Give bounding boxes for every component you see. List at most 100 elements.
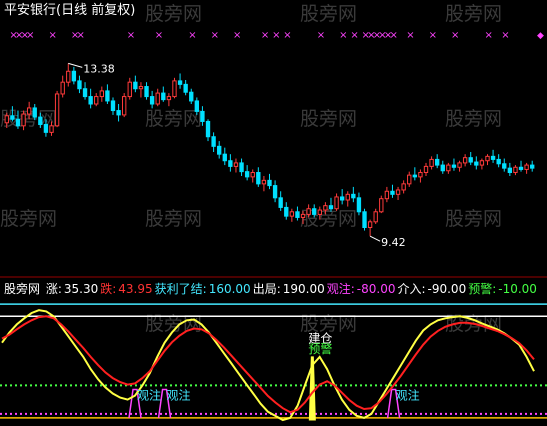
- candle-body-up: [407, 174, 412, 185]
- candle-body-up: [429, 158, 434, 167]
- candle: [256, 167, 261, 187]
- indicator-value: 160.00: [209, 282, 251, 296]
- chart-title: 平安银行(日线 前复权): [4, 2, 135, 18]
- candle: [362, 208, 367, 231]
- candle-body-up: [479, 160, 485, 166]
- min-price-pointer: [369, 235, 381, 242]
- candle: [367, 219, 373, 237]
- candle-body-up: [233, 162, 239, 167]
- candle-body-up: [289, 211, 295, 217]
- candle-body-up: [306, 208, 311, 215]
- candle-body-down: [440, 164, 445, 172]
- candle: [116, 104, 121, 122]
- indicator-label: 跌:: [100, 281, 116, 296]
- candle-body-up: [373, 211, 378, 223]
- candle: [166, 93, 172, 107]
- candle-body-up: [172, 80, 177, 98]
- candle-body-down: [32, 107, 37, 118]
- candle-body-down: [38, 116, 43, 126]
- candle: [518, 160, 524, 172]
- signal-marker: ×: [127, 30, 135, 41]
- candle: [155, 88, 160, 107]
- candle: [121, 93, 127, 118]
- indicator-value: -90.00: [428, 282, 467, 296]
- indicator-value: -80.00: [357, 282, 396, 296]
- candle-body-down: [518, 166, 524, 170]
- candle-body-down: [435, 158, 440, 166]
- candle-body-up: [423, 165, 429, 174]
- candle: [401, 180, 406, 194]
- candle: [289, 208, 295, 222]
- indicator-name: 股旁网: [4, 281, 44, 296]
- candle-body-down: [239, 162, 244, 173]
- candle: [66, 63, 71, 87]
- watermark-text: 股旁网: [445, 108, 502, 130]
- candle-body-up: [384, 190, 390, 200]
- candle-body-down: [205, 120, 211, 138]
- candle: [379, 195, 384, 214]
- candle: [474, 156, 479, 170]
- candle-body-up: [513, 166, 518, 174]
- candle: [451, 158, 457, 171]
- watermark-text: 股旁网: [145, 108, 202, 130]
- candle-body-down: [390, 190, 395, 195]
- candle: [183, 80, 188, 96]
- candle-body-up: [121, 96, 127, 116]
- candle-body-up: [395, 189, 401, 195]
- candle: [94, 93, 99, 107]
- candle: [524, 162, 529, 174]
- candle-body-down: [43, 124, 49, 133]
- candle: [407, 171, 412, 187]
- candle-body-up: [21, 113, 26, 127]
- candle: [110, 97, 116, 115]
- candle-body-down: [284, 206, 289, 217]
- candle-body-up: [4, 115, 9, 124]
- candle-body-down: [451, 164, 457, 168]
- candle-body-up: [94, 96, 99, 105]
- signal-marker: ×: [350, 30, 358, 41]
- indicator-value: 35.30: [64, 282, 98, 296]
- candle: [60, 75, 65, 98]
- candle-body-down: [351, 193, 356, 199]
- candle-body-up: [317, 209, 322, 215]
- candle-body-up: [367, 221, 373, 228]
- indicator-legend: 股旁网 涨: 35.30 跌: 43.95 获利了结: 160.00 出局: 190.00 观注…: [4, 281, 537, 296]
- candle-body-down: [496, 158, 501, 165]
- candle: [144, 82, 149, 100]
- candle-body-down: [222, 153, 227, 162]
- candle-body-up: [462, 157, 468, 164]
- candle-body-up: [446, 164, 451, 172]
- candle-body-up: [99, 90, 104, 98]
- candle-body-down: [133, 81, 138, 90]
- candle-body-down: [149, 96, 155, 105]
- candle-body-up: [60, 81, 65, 95]
- candle: [507, 162, 513, 176]
- candle-body-up: [54, 93, 60, 127]
- candle: [440, 160, 445, 174]
- candle: [228, 154, 233, 172]
- indicator-label: 观注:: [327, 281, 355, 296]
- candle: [267, 173, 272, 190]
- candle: [457, 160, 462, 172]
- watermark-text: 股旁网: [300, 108, 357, 130]
- signal-marker: ×: [317, 30, 325, 41]
- candle-body-down: [474, 161, 479, 166]
- watch-label: 观注: [137, 388, 161, 403]
- candle-body-up: [418, 172, 423, 178]
- signal-marker: ×: [501, 30, 509, 41]
- candle: [172, 77, 177, 99]
- candle: [418, 169, 423, 183]
- candle: [395, 186, 401, 200]
- candle-body-up: [300, 213, 306, 218]
- candle: [446, 162, 451, 174]
- watermark-text: 股旁网: [445, 208, 502, 230]
- candle-body-up: [138, 86, 144, 90]
- candle-body-down: [502, 163, 507, 169]
- watermark-text: 股旁网: [145, 3, 202, 25]
- candle: [485, 154, 490, 166]
- max-price-pointer: [68, 62, 83, 68]
- candle: [502, 158, 507, 172]
- candle-body-down: [77, 80, 82, 90]
- candle: [138, 82, 144, 98]
- watch-label: 观注: [396, 388, 420, 403]
